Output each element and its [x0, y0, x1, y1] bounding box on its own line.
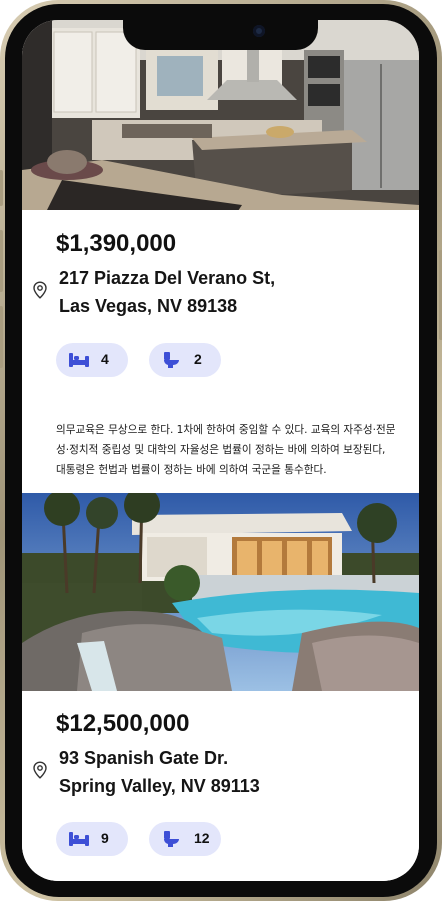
listing-photo-kitchen[interactable]: [22, 20, 419, 220]
location-pin-icon: [33, 761, 47, 779]
bathrooms-badge: 12: [149, 822, 221, 856]
toilet-icon: [164, 831, 179, 847]
listing-screen[interactable]: $1,390,000 217 Piazza Del Verano St, Las…: [22, 20, 419, 881]
listing-address: 93 Spanish Gate Dr. Spring Valley, NV 89…: [59, 744, 260, 800]
listing-price: $12,500,000: [56, 710, 190, 737]
bedrooms-badge: 9: [56, 822, 128, 856]
bathrooms-count: 12: [194, 830, 210, 846]
listing-description: 의무교육은 무상으로 한다. 1차에 한하여 중임할 수 있다. 교육의 자주성…: [56, 424, 396, 476]
bathrooms-badge: 2: [149, 343, 221, 377]
notch: [123, 20, 318, 50]
listing-card-2[interactable]: $12,500,000 93 Spanish Gate Dr. Spring V…: [22, 691, 419, 881]
listing-address: 217 Piazza Del Verano St, Las Vegas, NV …: [59, 264, 275, 320]
listing-card-1[interactable]: $1,390,000 217 Piazza Del Verano St, Las…: [22, 210, 419, 493]
bed-icon: [69, 353, 89, 367]
bathrooms-count: 2: [194, 351, 202, 367]
location-pin-icon: [33, 281, 47, 299]
address-line-2: Las Vegas, NV 89138: [59, 296, 238, 316]
listing-photo-mansion[interactable]: [22, 493, 419, 691]
bedrooms-badge: 4: [56, 343, 128, 377]
listing-price: $1,390,000: [56, 230, 177, 257]
address-line-1: 93 Spanish Gate Dr.: [59, 748, 229, 768]
mute-switch: [0, 170, 3, 206]
camera-icon: [253, 25, 265, 37]
bedrooms-count: 9: [101, 830, 109, 846]
volume-down-button: [0, 306, 3, 368]
volume-up-button: [0, 230, 3, 292]
toilet-icon: [164, 352, 179, 368]
bedrooms-count: 4: [101, 351, 109, 367]
bed-icon: [69, 832, 89, 846]
address-line-2: Spring Valley, NV 89113: [59, 776, 260, 796]
address-line-1: 217 Piazza Del Verano St,: [59, 268, 276, 288]
